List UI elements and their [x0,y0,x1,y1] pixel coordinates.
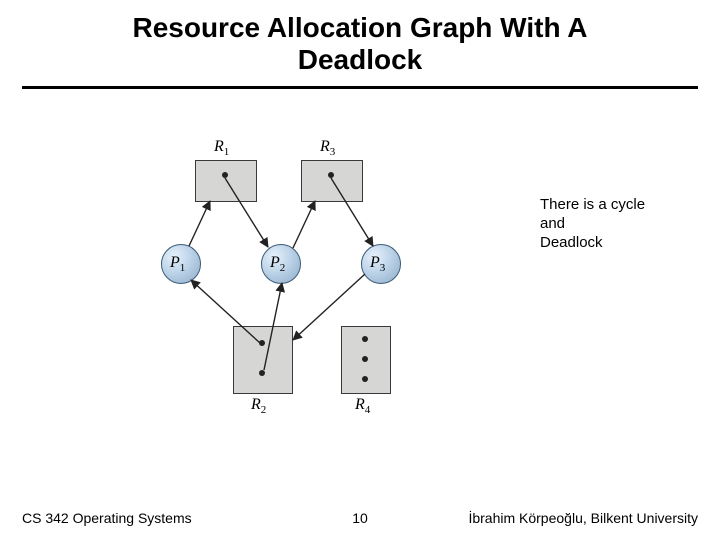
title-line-2: Deadlock [298,44,423,75]
note-line-2: and [540,215,565,232]
title-line-1: Resource Allocation Graph With A [132,12,587,43]
resource-allocation-graph: R1 R3 R2 R4 P1 P2 P3 [165,130,465,440]
graph-edges [165,130,465,440]
note-line-3: Deadlock [540,234,603,251]
slide-title: Resource Allocation Graph With A Deadloc… [0,12,720,76]
annotation-text: There is a cycle and Deadlock [540,196,700,252]
title-divider [22,86,698,89]
note-line-1: There is a cycle [540,196,645,213]
footer-author: İbrahim Körpeoğlu, Bilkent University [468,510,698,526]
